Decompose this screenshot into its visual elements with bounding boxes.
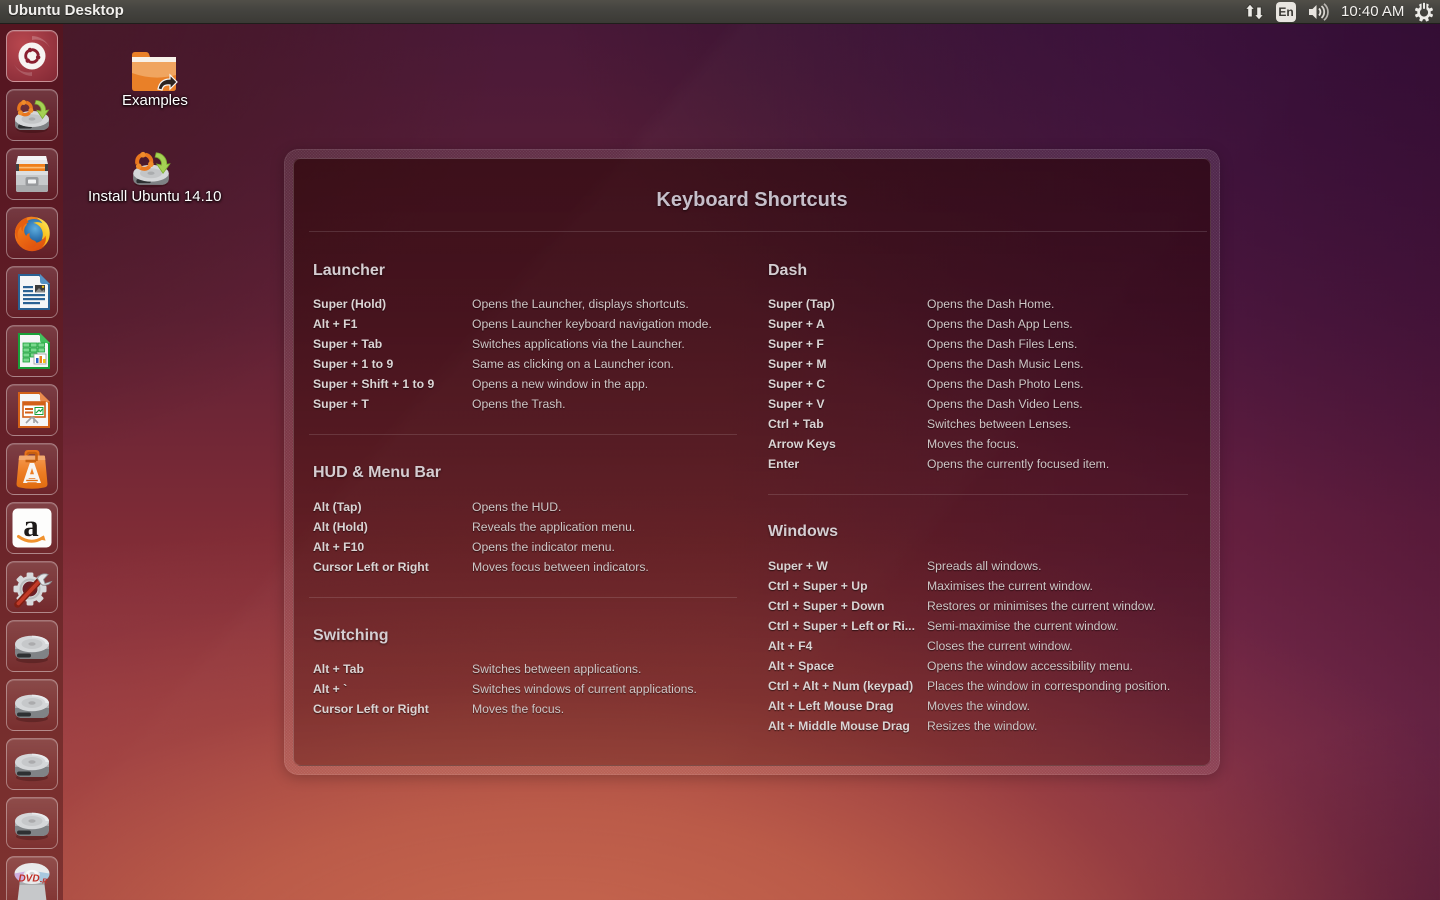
svg-text:-R: -R xyxy=(40,879,47,886)
svg-text:a: a xyxy=(23,508,39,543)
svg-text:DVD: DVD xyxy=(18,874,39,885)
